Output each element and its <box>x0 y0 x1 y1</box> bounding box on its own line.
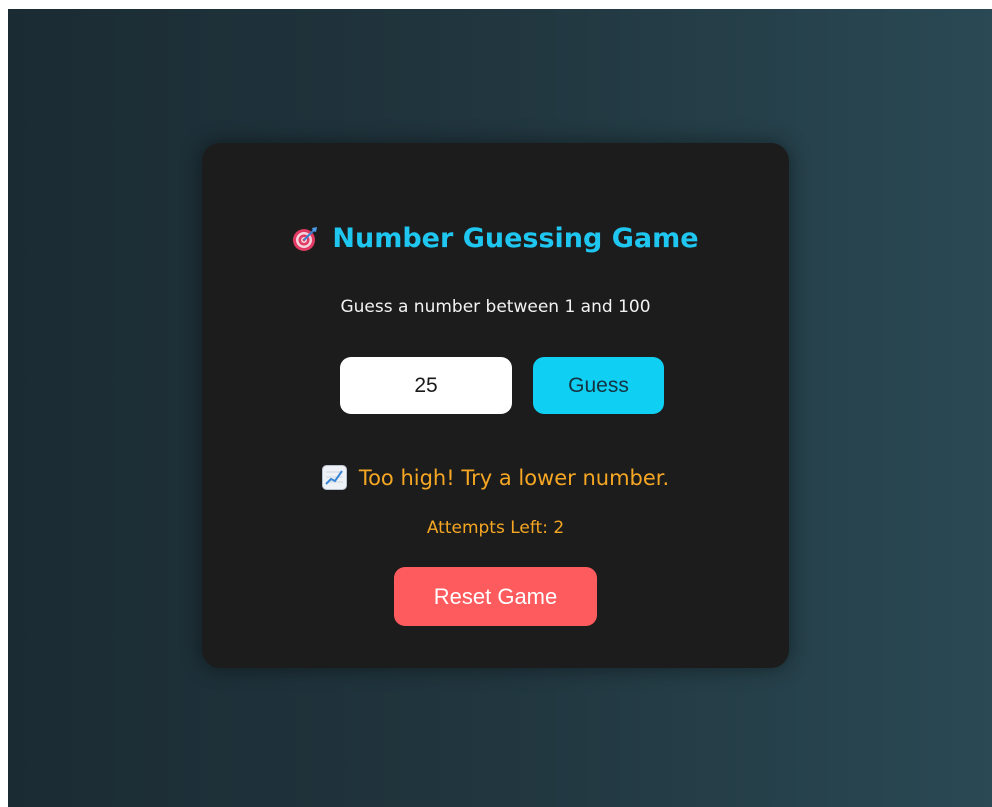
page-background: Number Guessing Game Guess a number betw… <box>8 9 992 807</box>
attempts-count: 2 <box>553 518 565 538</box>
feedback-row: Too high! Try a lower number. <box>202 465 789 490</box>
guess-controls: Guess <box>340 357 664 414</box>
guess-input[interactable] <box>340 357 512 414</box>
reset-game-button[interactable]: Reset Game <box>394 567 597 626</box>
attempts-left: Attempts Left: 2 <box>202 518 789 538</box>
page-title: Number Guessing Game <box>332 223 699 254</box>
instructions-text: Guess a number between 1 and 100 <box>340 297 651 317</box>
game-card: Number Guessing Game Guess a number betw… <box>202 143 789 668</box>
guess-button[interactable]: Guess <box>533 357 664 414</box>
chart-increasing-icon <box>321 465 347 490</box>
feedback-message: Too high! Try a lower number. <box>358 465 670 490</box>
title-row: Number Guessing Game <box>202 223 789 254</box>
target-icon <box>293 226 318 251</box>
attempts-label: Attempts Left: <box>426 518 554 538</box>
